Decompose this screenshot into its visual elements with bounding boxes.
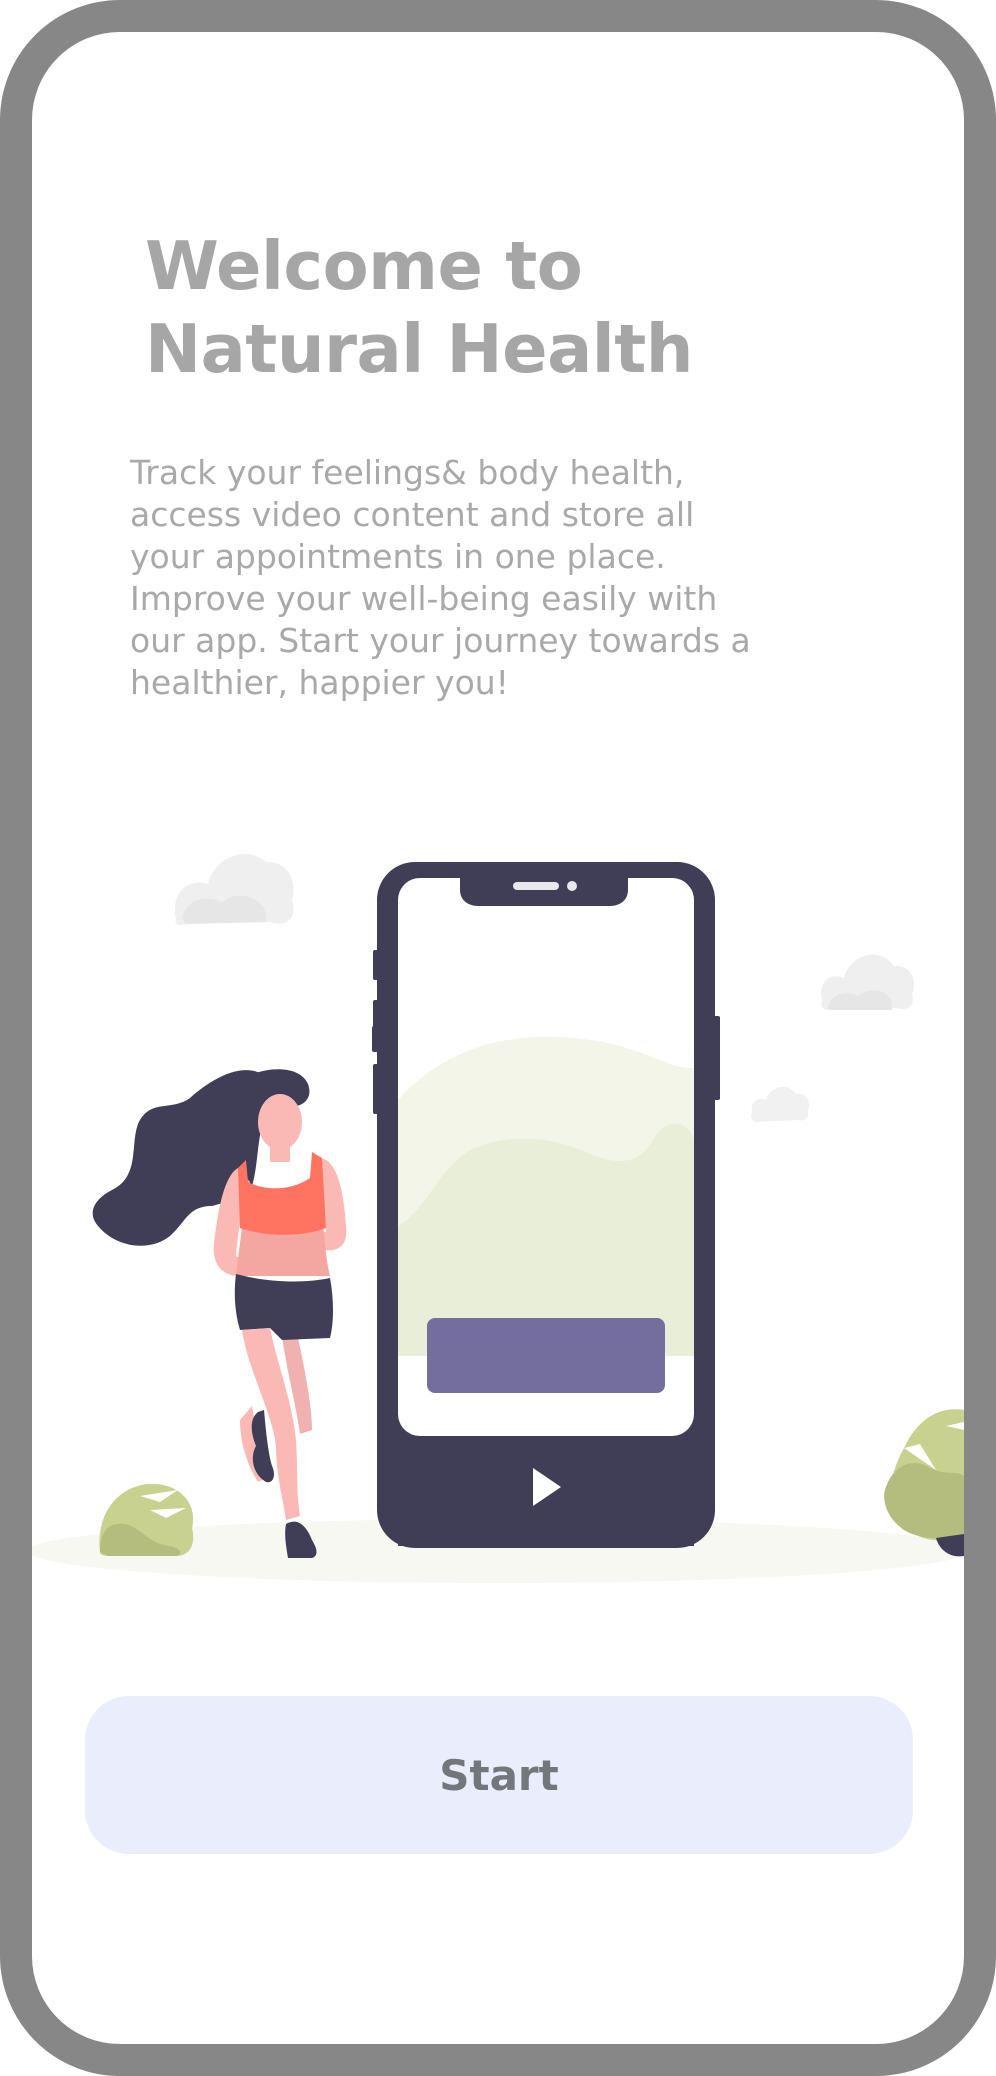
start-button-label: Start bbox=[439, 1750, 559, 1800]
bush-icon bbox=[99, 1483, 194, 1556]
cloud-icon bbox=[821, 954, 914, 1010]
start-button[interactable]: Start bbox=[85, 1696, 913, 1854]
phone-icon bbox=[372, 862, 720, 1548]
cloud-icon bbox=[751, 1086, 810, 1122]
device-frame: Welcome to Natural Health Track your fee… bbox=[0, 0, 996, 2076]
runner-woman-icon bbox=[92, 1069, 347, 1558]
cloud-icon bbox=[174, 853, 294, 925]
